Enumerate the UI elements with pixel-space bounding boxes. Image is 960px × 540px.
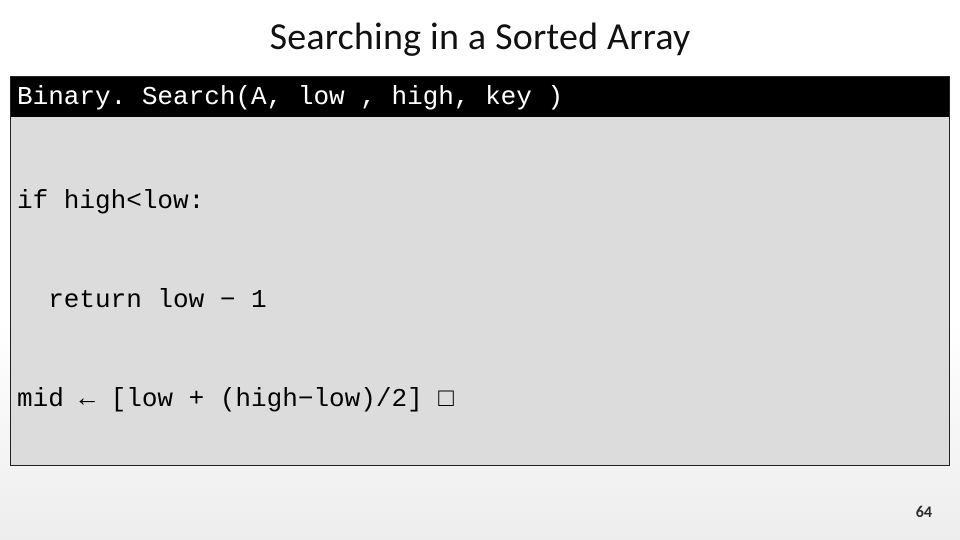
- code-line: return low − 1: [17, 284, 943, 317]
- slide-title: Searching in a Sorted Array: [0, 0, 960, 66]
- code-signature: Binary. Search(A, low , high, key ): [11, 77, 949, 117]
- code-line: if high<low:: [17, 185, 943, 218]
- code-line: mid ← [low + (high−low)/2] □: [17, 383, 943, 416]
- code-body: if high<low: return low − 1 mid ← [low +…: [11, 117, 949, 466]
- page-number: 64: [916, 503, 932, 522]
- code-block: Binary. Search(A, low , high, key ) if h…: [10, 76, 950, 466]
- slide: Searching in a Sorted Array Binary. Sear…: [0, 0, 960, 540]
